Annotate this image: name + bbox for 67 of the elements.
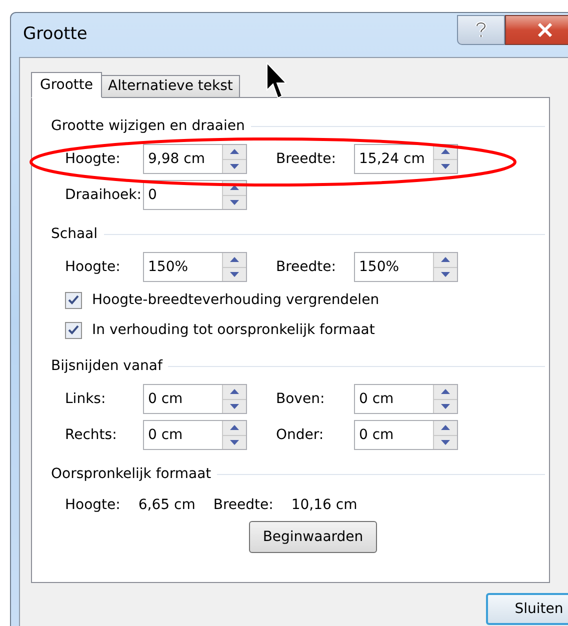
close-button[interactable] xyxy=(505,15,568,45)
down-arrow-icon xyxy=(230,164,239,169)
down-arrow-icon xyxy=(441,164,450,169)
down-arrow-icon xyxy=(441,404,450,409)
checkmark-icon xyxy=(68,325,79,335)
down-arrow-icon xyxy=(441,272,450,277)
up-arrow-icon xyxy=(230,389,239,394)
tab[interactable]: Alternatieve tekst xyxy=(102,75,240,98)
down-arrow-icon xyxy=(230,404,239,409)
section-heading: Grootte wijzigen en draaien xyxy=(51,116,245,136)
help-button[interactable] xyxy=(457,15,505,45)
up-arrow-icon xyxy=(441,389,450,394)
up-arrow-icon xyxy=(230,425,239,430)
input-field[interactable]: 150% xyxy=(354,252,458,282)
checkbox[interactable] xyxy=(65,322,82,338)
down-arrow-icon xyxy=(230,440,239,445)
reset-button[interactable]: Beginwaarden xyxy=(248,521,378,553)
spinner[interactable] xyxy=(222,145,246,173)
help-icon xyxy=(475,21,487,39)
field-label: Rechts: xyxy=(64,426,118,444)
info-value: 10,16 cm xyxy=(291,496,358,514)
spinner[interactable] xyxy=(222,421,246,449)
field-label: Hoogte: xyxy=(64,150,122,168)
spinner[interactable] xyxy=(433,145,457,173)
spinner[interactable] xyxy=(433,385,457,413)
up-arrow-icon xyxy=(441,257,450,262)
info-label: Hoogte: xyxy=(65,496,120,514)
down-arrow-icon xyxy=(441,440,450,445)
input-field[interactable]: 15,24 cm xyxy=(354,144,458,174)
checkbox[interactable] xyxy=(65,292,82,308)
input-field[interactable]: 0 cm xyxy=(143,384,247,414)
input-field[interactable]: 150% xyxy=(143,252,247,282)
tab[interactable]: Grootte xyxy=(31,72,102,98)
up-arrow-icon xyxy=(230,257,239,262)
input-field[interactable]: 0 cm xyxy=(354,420,458,450)
input-field[interactable]: 9,98 cm xyxy=(143,144,247,174)
input-field[interactable]: 0 xyxy=(143,180,247,210)
up-arrow-icon xyxy=(230,149,239,154)
input-field[interactable]: 0 cm xyxy=(143,420,247,450)
section-heading: Bijsnijden vanaf xyxy=(51,356,162,376)
up-arrow-icon xyxy=(441,149,450,154)
field-label: Breedte: xyxy=(275,258,337,276)
down-arrow-icon xyxy=(230,272,239,277)
field-label: Boven: xyxy=(275,390,326,408)
spinner[interactable] xyxy=(433,421,457,449)
info-value: 6,65 cm xyxy=(138,496,196,514)
field-label: Breedte: xyxy=(275,150,337,168)
close-icon xyxy=(537,23,553,37)
field-label: Hoogte: xyxy=(64,258,122,276)
info-label: Breedte: xyxy=(213,496,274,514)
field-label: Onder: xyxy=(275,426,325,444)
section-heading: Schaal xyxy=(51,224,98,244)
checkbox-label: Hoogte-breedteverhouding vergrendelen xyxy=(92,290,380,310)
section-heading: Oorspronkelijk formaat xyxy=(51,464,212,484)
field-label: Links: xyxy=(64,390,107,408)
close-dialog-button[interactable]: Sluiten xyxy=(486,593,568,625)
up-arrow-icon xyxy=(441,425,450,430)
field-label: Draaihoek: xyxy=(64,186,142,204)
spinner[interactable] xyxy=(222,385,246,413)
spinner[interactable] xyxy=(222,253,246,281)
input-field[interactable]: 0 cm xyxy=(354,384,458,414)
spinner[interactable] xyxy=(433,253,457,281)
checkmark-icon xyxy=(68,295,79,305)
down-arrow-icon xyxy=(230,200,239,205)
checkbox-label: In verhouding tot oorspronkelijk formaat xyxy=(92,320,375,340)
window-title: Grootte xyxy=(23,23,88,46)
up-arrow-icon xyxy=(230,185,239,190)
